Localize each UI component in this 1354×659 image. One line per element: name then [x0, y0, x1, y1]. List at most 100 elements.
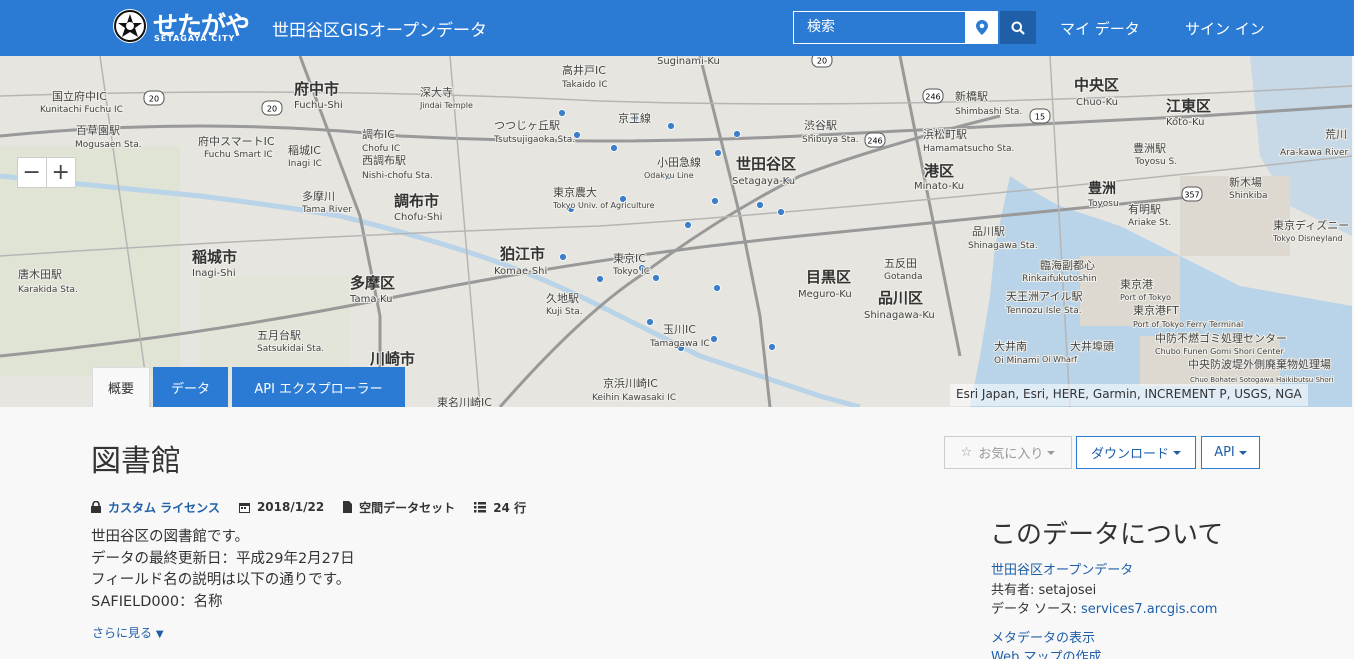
description-line: 世田谷区の図書館です。: [91, 529, 250, 545]
library-point[interactable]: [733, 130, 741, 138]
map-label: 東京ディズニー: [1273, 218, 1349, 232]
map-label: 新木場: [1229, 175, 1262, 189]
tab-overview[interactable]: 概要: [92, 367, 150, 407]
map-label: Shibuya Sta.: [802, 135, 859, 145]
license-meta: カスタム ライセンス: [91, 499, 220, 516]
svg-text:246: 246: [925, 93, 940, 102]
about-title: このデータについて: [990, 520, 1224, 550]
library-point[interactable]: [558, 109, 566, 117]
star-icon: ☆: [960, 445, 973, 460]
org-link[interactable]: 世田谷区オープンデータ: [991, 559, 1133, 578]
show-more-link[interactable]: さらに見る ▼: [92, 624, 164, 641]
map-label: 品川区: [878, 289, 923, 307]
map-label: 東京IC: [613, 251, 646, 265]
map-label: 大井南: [994, 339, 1027, 353]
library-point[interactable]: [713, 284, 721, 292]
date-meta: 2018/1/22: [238, 500, 325, 514]
map-label: 百草園駅: [76, 124, 120, 137]
map-label: Fuchu Smart IC: [204, 150, 273, 160]
basemap: 府中市 Fuchu-Shi 調布市 Chofu-Shi 狛江市 Komae-Shi 稲城市 I…: [0, 56, 1352, 407]
zoom-in-button[interactable]: +: [47, 158, 75, 187]
map-label: Tama-Ku: [349, 294, 392, 305]
map-label: Satsukidai Sta.: [257, 344, 324, 354]
download-button[interactable]: ダウンロード: [1076, 436, 1196, 469]
svg-text:15: 15: [1035, 113, 1045, 122]
map-label: 新橋駅: [955, 89, 988, 103]
search-button[interactable]: [1000, 11, 1036, 44]
data-source-link[interactable]: services7.arcgis.com: [1081, 602, 1217, 617]
webmap-link[interactable]: Web マップの作成: [991, 646, 1101, 659]
map-label: Suginami-Ku: [657, 56, 720, 67]
map-label: Inagi IC: [288, 159, 322, 169]
map-pin-icon: [975, 20, 988, 35]
map-label: Takaido IC: [561, 80, 608, 90]
map-label: 東京農大: [553, 185, 597, 199]
map-label: 港区: [924, 162, 954, 180]
dataset-map[interactable]: 府中市 Fuchu-Shi 調布市 Chofu-Shi 狛江市 Komae-Shi 稲城市 I…: [0, 56, 1352, 407]
map-label: 調布IC: [362, 127, 395, 141]
library-point[interactable]: [684, 221, 692, 229]
map-label: 中防不燃ゴミ処理センター: [1155, 331, 1287, 345]
map-label: Shinagawa Sta.: [968, 241, 1038, 251]
library-point[interactable]: [714, 149, 722, 157]
map-label: Shinagawa-Ku: [864, 310, 935, 321]
route-shield: 15: [1029, 108, 1051, 124]
map-label: 稲城市: [192, 248, 237, 266]
map-label: 久地駅: [546, 292, 579, 305]
map-label: Port of Tokyo: [1120, 293, 1171, 302]
page-title: 図書館: [91, 444, 181, 479]
library-point[interactable]: [646, 318, 654, 326]
metadata-link[interactable]: メタデータの表示: [991, 627, 1095, 646]
lock-icon: [91, 501, 101, 513]
library-point[interactable]: [710, 335, 718, 343]
search-input[interactable]: 検索: [793, 11, 966, 44]
library-point[interactable]: [768, 343, 776, 351]
license-link[interactable]: カスタム ライセンス: [108, 499, 220, 516]
calendar-icon: [238, 502, 250, 513]
map-label: つつじヶ丘駅: [494, 119, 560, 132]
tab-data[interactable]: データ: [153, 367, 228, 407]
svg-text:20: 20: [817, 57, 827, 66]
library-point[interactable]: [596, 275, 604, 283]
library-point[interactable]: [777, 208, 785, 216]
map-label: 豊洲: [1088, 180, 1116, 197]
site-title[interactable]: 世田谷区GISオープンデータ: [272, 16, 487, 41]
library-point[interactable]: [756, 201, 764, 209]
map-label: Chuo-Ku: [1076, 97, 1118, 108]
nav-sign-in[interactable]: サイン イン: [1185, 18, 1265, 39]
svg-text:20: 20: [149, 95, 159, 104]
setagaya-logo[interactable]: せたがや SETAGAYA CITY: [113, 9, 269, 45]
library-point[interactable]: [711, 197, 719, 205]
map-label: Toyosu: [1087, 199, 1119, 209]
map-label: Toyosu S.: [1134, 157, 1177, 167]
location-button[interactable]: [965, 11, 998, 44]
description-line: データの最終更新日：平成29年2月27日: [91, 550, 355, 567]
library-point[interactable]: [610, 144, 618, 152]
map-label: Chuo Bohatei Sotogawa Haikibutsu Shori: [1190, 376, 1333, 384]
route-shield: 246: [922, 88, 944, 104]
map-label: Oi Wharf: [1042, 355, 1077, 364]
map-label: Mogusaen Sta.: [75, 140, 142, 150]
shared-by: 共有者: setajosei: [991, 583, 1097, 598]
library-point[interactable]: [559, 253, 567, 261]
svg-text:20: 20: [267, 105, 277, 114]
zoom-out-button[interactable]: −: [18, 158, 47, 187]
map-label: Gotanda: [884, 272, 922, 282]
map-attribution: Esri Japan, Esri, HERE, Garmin, INCREMEN…: [950, 384, 1308, 406]
map-label: Ara-kawa River: [1280, 148, 1349, 158]
library-point[interactable]: [652, 274, 660, 282]
route-shield: 246: [864, 132, 886, 148]
map-label: 府中市: [294, 80, 339, 98]
updated-date: 2018/1/22: [256, 500, 325, 514]
map-label: 稲城IC: [288, 144, 321, 157]
dataset-description: 世田谷区の図書館です。 データの最終更新日：平成29年2月27日 フィールド名の…: [91, 527, 355, 613]
map-label: Shinkiba: [1229, 191, 1268, 201]
library-point[interactable]: [667, 122, 675, 130]
tab-api-explorer[interactable]: API エクスプローラー: [232, 367, 405, 407]
map-label: 府中スマートIC: [198, 134, 275, 148]
map-label: Jindai Temple: [419, 101, 473, 110]
api-button[interactable]: API: [1201, 436, 1260, 469]
nav-my-data[interactable]: マイ データ: [1060, 18, 1140, 39]
map-label: Tamagawa IC: [649, 339, 710, 349]
favorite-button[interactable]: ☆ お気に入り: [944, 436, 1072, 469]
